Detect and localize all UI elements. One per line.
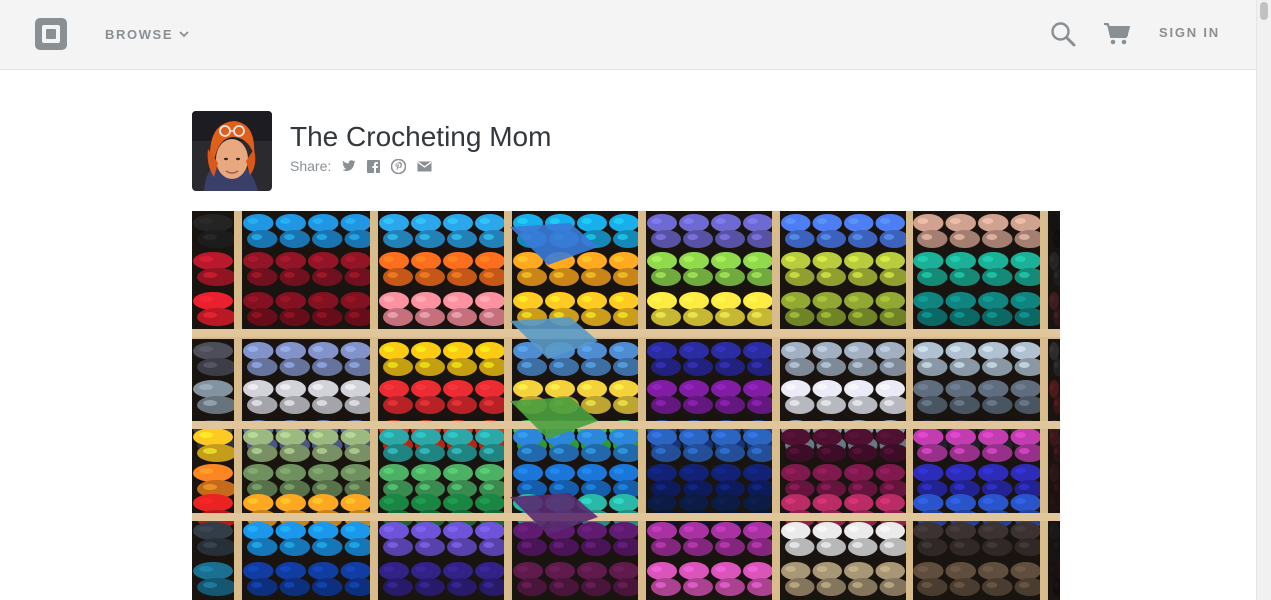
scrollbar[interactable] — [1256, 0, 1271, 600]
store-banner-image — [192, 211, 1060, 600]
scrollbar-thumb[interactable] — [1260, 2, 1268, 20]
share-label: Share: — [290, 158, 332, 174]
chevron-down-icon — [179, 30, 189, 37]
cart-icon[interactable] — [1103, 21, 1131, 47]
store-avatar — [192, 111, 272, 191]
search-icon[interactable] — [1050, 21, 1076, 47]
square-logo-icon[interactable] — [35, 18, 67, 50]
browse-label: BROWSE — [105, 26, 174, 42]
twitter-icon[interactable] — [342, 160, 356, 172]
pinterest-icon[interactable] — [391, 158, 407, 174]
email-icon[interactable] — [417, 161, 432, 172]
sign-in-link[interactable]: SIGN IN — [1159, 25, 1220, 40]
store-title: The Crocheting Mom — [290, 121, 552, 152]
share-row: Share: — [290, 157, 432, 175]
top-navigation-bar: BROWSE SIGN IN — [0, 0, 1256, 70]
yarn-shelves-image — [192, 211, 1060, 600]
facebook-icon[interactable] — [367, 159, 381, 173]
browse-menu-button[interactable]: BROWSE — [105, 25, 189, 43]
